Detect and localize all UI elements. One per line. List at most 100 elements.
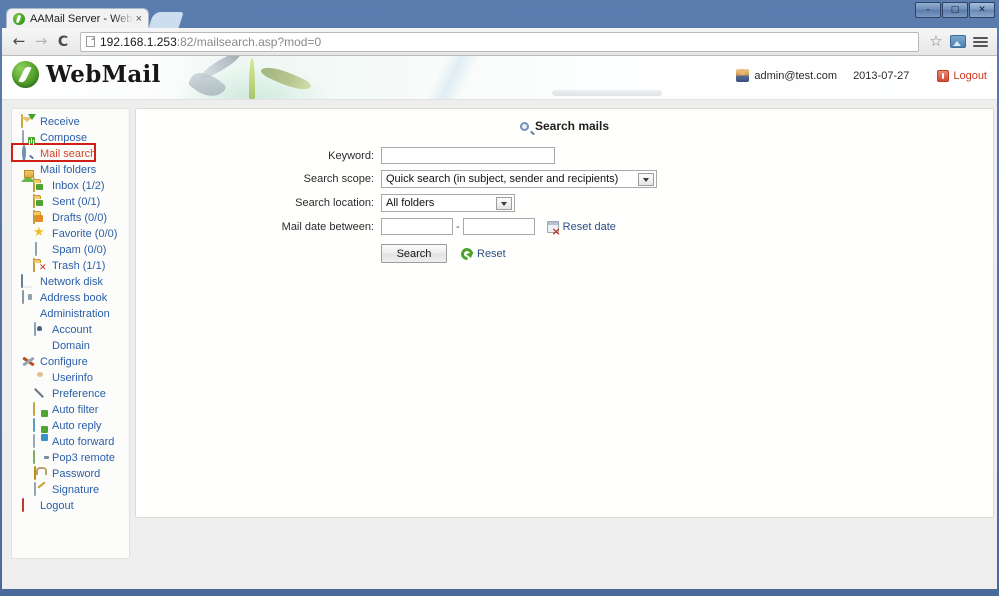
search-scope-value: Quick search (in subject, sender and rec… bbox=[386, 173, 619, 185]
power-icon bbox=[937, 69, 950, 82]
webmail-logo-icon bbox=[12, 61, 39, 88]
mail-date-label: Mail date between: bbox=[281, 220, 374, 233]
home-folders-icon bbox=[21, 163, 35, 182]
globe-icon bbox=[33, 339, 47, 353]
sidebar-item-pop3-remote[interactable]: Pop3 remote bbox=[12, 450, 129, 466]
site-logo-text: WebMail bbox=[46, 61, 161, 88]
sidebar-item-userinfo[interactable]: Userinfo bbox=[12, 370, 129, 386]
sidebar-item-drafts-0-0[interactable]: Drafts (0/0) bbox=[12, 210, 129, 226]
date-to-input[interactable] bbox=[462, 218, 535, 235]
sidebar-item-sent-0-1[interactable]: Sent (0/1) bbox=[12, 194, 129, 210]
search-scope-label: Search scope: bbox=[303, 173, 374, 185]
sidebar-item-label: Inbox (1/2) bbox=[52, 180, 105, 192]
disk-icon bbox=[21, 274, 35, 289]
reset-button[interactable]: Reset bbox=[458, 245, 506, 262]
search-location-select[interactable]: All folders bbox=[381, 194, 515, 212]
sidebar-item-mail-search[interactable]: Mail search bbox=[12, 145, 129, 162]
hamburger-glyph bbox=[972, 36, 988, 47]
banner-decor-leaf bbox=[259, 61, 313, 96]
banner-decor-shelf bbox=[552, 90, 662, 96]
keyword-input[interactable] bbox=[381, 147, 555, 164]
address-bar[interactable]: 192.168.1.253 :82/mailsearch.asp?mod=0 bbox=[80, 31, 919, 52]
page-viewport: WebMail admin@test.com 2013-07-27 Logout… bbox=[2, 56, 997, 589]
gear-icon bbox=[33, 387, 47, 401]
sidebar-item-label: Logout bbox=[40, 500, 74, 512]
form-actions-row: Search Reset bbox=[136, 244, 993, 263]
sidebar-item-network-disk[interactable]: Network disk bbox=[12, 274, 129, 290]
sidebar-item-logout[interactable]: Logout bbox=[12, 498, 129, 514]
logout-link[interactable]: Logout bbox=[953, 70, 987, 82]
chevron-down-icon[interactable] bbox=[496, 197, 512, 210]
reset-date-button[interactable]: Reset date bbox=[546, 220, 616, 236]
sidebar-navigation: Receive Compose Mail search Mail folders Inb… bbox=[11, 108, 130, 559]
hamburger-menu-icon[interactable] bbox=[969, 32, 991, 52]
site-logo[interactable]: WebMail bbox=[12, 61, 161, 88]
sidebar-item-label: Receive bbox=[40, 116, 80, 128]
sidebar-item-label: Network disk bbox=[40, 276, 103, 288]
receive-mail-icon bbox=[21, 114, 36, 129]
user-info-bar: admin@test.com 2013-07-27 Logout bbox=[736, 69, 987, 82]
sidebar-item-signature[interactable]: Signature bbox=[12, 482, 129, 498]
sidebar-item-list: Receive Compose Mail search Mail folders Inb… bbox=[12, 114, 129, 514]
sidebar-item-mail-folders[interactable]: Mail folders bbox=[12, 162, 129, 182]
sidebar-item-favorite-0-0[interactable]: ★ Favorite (0/0) bbox=[12, 226, 129, 242]
sidebar-item-auto-reply[interactable]: Auto reply bbox=[12, 418, 129, 434]
image-icon[interactable] bbox=[947, 32, 969, 52]
sidebar-item-account[interactable]: Account bbox=[12, 322, 129, 338]
auto-forward-icon bbox=[33, 434, 48, 449]
sidebar-item-label: Address book bbox=[40, 292, 108, 304]
sent-icon bbox=[33, 194, 47, 209]
avatar-icon bbox=[736, 69, 750, 82]
browser-tab[interactable]: AAMail Server - Webma × bbox=[6, 8, 149, 29]
sidebar-item-label: Auto filter bbox=[52, 404, 99, 416]
sidebar-item-receive[interactable]: Receive bbox=[12, 114, 129, 130]
sidebar-item-auto-filter[interactable]: Auto filter bbox=[12, 402, 129, 418]
sidebar-item-label: Account bbox=[52, 324, 92, 336]
search-button[interactable]: Search bbox=[381, 244, 447, 263]
sidebar-item-administration[interactable]: Administration bbox=[12, 306, 129, 322]
sidebar-item-auto-forward[interactable]: Auto forward bbox=[12, 434, 129, 450]
reset-label: Reset bbox=[477, 247, 506, 260]
search-location-row: Search location: All folders bbox=[136, 194, 993, 212]
sidebar-item-label: Mail search bbox=[40, 148, 97, 160]
sidebar-item-label: Configure bbox=[40, 356, 88, 368]
plug-icon bbox=[33, 450, 47, 465]
forward-icon[interactable]: → bbox=[30, 31, 52, 53]
sidebar-item-label: Signature bbox=[52, 484, 100, 496]
sidebar-item-trash-1-1[interactable]: ✕ Trash (1/1) bbox=[12, 258, 129, 274]
chevron-down-icon[interactable] bbox=[638, 173, 654, 186]
mail-date-row: Mail date between: - Reset date bbox=[136, 218, 993, 236]
mail-search-form: Keyword: Search scope: Quick search (in … bbox=[136, 147, 993, 263]
url-path: :82/mailsearch.asp?mod=0 bbox=[176, 34, 322, 49]
tools-icon bbox=[21, 355, 35, 369]
sidebar-item-address-book[interactable]: Address book bbox=[12, 290, 129, 306]
reset-date-label: Reset date bbox=[562, 220, 616, 233]
search-icon bbox=[519, 121, 529, 131]
sidebar-item-label: Favorite (0/0) bbox=[52, 228, 118, 240]
sidebar-item-password[interactable]: Password bbox=[12, 466, 129, 482]
browser-toolbar: ← → C 192.168.1.253 :82/mailsearch.asp?m… bbox=[2, 28, 997, 56]
calendar-delete-icon bbox=[546, 220, 561, 236]
tab-title: AAMail Server - Webma bbox=[30, 13, 134, 25]
date-from-input[interactable] bbox=[381, 218, 453, 235]
reload-icon[interactable]: C bbox=[52, 31, 74, 53]
date-range-separator: - bbox=[456, 220, 460, 233]
banner-decor-leaf bbox=[186, 65, 228, 99]
back-icon[interactable]: ← bbox=[8, 31, 30, 53]
sidebar-item-configure[interactable]: Configure bbox=[12, 354, 129, 370]
browser-window: – □ ✕ AAMail Server - Webma × ← → C 192.… bbox=[0, 0, 999, 596]
sidebar-item-inbox-1-2[interactable]: Inbox (1/2) bbox=[12, 178, 129, 194]
close-tab-icon[interactable]: × bbox=[134, 13, 144, 25]
new-tab-button[interactable] bbox=[148, 12, 184, 29]
auto-filter-icon bbox=[33, 402, 48, 417]
signature-icon bbox=[33, 482, 47, 497]
user-email: admin@test.com bbox=[754, 69, 838, 82]
sidebar-item-spam-0-0[interactable]: Spam (0/0) bbox=[12, 242, 129, 258]
sidebar-item-preference[interactable]: Preference bbox=[12, 386, 129, 402]
banner-decor-stalk bbox=[249, 58, 255, 99]
search-scope-select[interactable]: Quick search (in subject, sender and rec… bbox=[381, 170, 657, 188]
bookmark-star-icon[interactable]: ☆ bbox=[925, 32, 947, 52]
sidebar-item-compose[interactable]: Compose bbox=[12, 130, 129, 146]
sidebar-item-domain[interactable]: Domain bbox=[12, 338, 129, 354]
url-host: 192.168.1.253 bbox=[100, 34, 177, 49]
